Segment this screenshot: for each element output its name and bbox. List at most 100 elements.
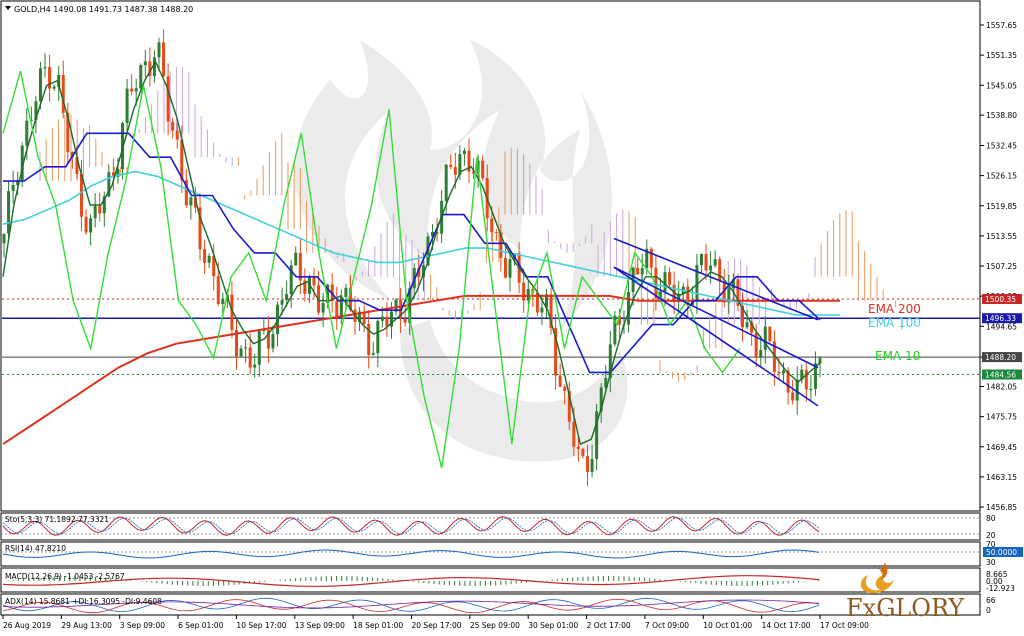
candle-body [134,88,138,92]
time-tick-label: 25 Sep 09:00 [470,621,520,630]
time-tick-label: 6 Sep 01:00 [178,621,224,630]
price-tick-label: 1494.65 [986,322,1017,331]
candle-body [38,68,42,102]
candle-body [449,164,453,167]
price-tick-label: 1526.15 [986,172,1017,181]
candle-body [809,389,813,391]
stoch-level-80: 80 [986,514,996,523]
candle-body [586,456,590,472]
candle-body [522,282,526,301]
price-chart: GOLD,H4 1490.08 1491.73 1487.38 1488.20 … [0,0,1023,630]
time-tick-label: 3 Sep 09:00 [120,621,166,630]
candle-body [503,257,507,278]
price-tick-label: 1538.80 [986,111,1017,120]
candle-body [239,348,243,357]
candle-body [89,218,93,233]
candle-body [699,254,703,265]
candle-body [280,300,284,305]
time-tick-label: 13 Sep 09:00 [295,621,345,630]
price-tag-label: 1496.33 [985,314,1016,323]
candle-body [162,42,166,77]
time-tick-label: 10 Sep 17:00 [236,621,286,630]
candle-body [572,421,576,447]
candle-body [576,446,580,449]
stoch-panel: Sto(5,3,3) 71.1892 77.3321 80 20 [0,512,996,541]
candle-body [704,254,708,271]
candle-body [98,205,102,214]
symbol-header-text: GOLD,H4 1490.08 1491.73 1487.38 1488.20 [14,5,193,14]
stoch-level-20: 20 [986,531,996,540]
candle-body [563,386,567,391]
candle-body [782,370,786,374]
candle-body [649,248,653,268]
candle-body [344,287,348,298]
stoch-label: Sto(5,3,3) 71.1892 77.3321 [5,515,109,524]
candle-body [763,326,767,350]
candle-body [248,347,252,368]
candle-body [481,160,485,179]
time-tick-label: 20 Sep 17:00 [412,621,462,630]
candle-body [713,259,717,266]
rsi-label: RSI(14) 47.8210 [5,544,66,553]
candle-body [376,320,380,354]
candle-body [540,307,544,313]
time-tick-label: 17 Oct 09:00 [820,621,869,630]
candle-body [462,150,466,155]
candle-body [321,302,325,313]
candle-body [7,191,11,234]
candle-body [294,252,298,266]
candle-body [590,458,594,472]
rsi-value: 50.0000 [986,548,1017,557]
candle-body [777,371,781,374]
logo-text: FxGLORY [846,594,965,622]
price-tick-label: 1475.75 [986,413,1017,422]
candle-body [203,249,207,263]
price-tag-label: 1484.56 [985,370,1016,379]
time-tick-label: 2 Oct 17:00 [587,621,631,630]
candle-body [818,358,822,364]
time-tick-label: 7 Oct 09:00 [645,621,689,630]
candle-body [380,316,384,321]
price-tick-label: 1557.65 [986,21,1017,30]
adx-level-0: 0 [986,606,991,615]
legend-ema100: EMA 100 [868,316,921,330]
price-tick-label: 1545.05 [986,81,1017,90]
candle-body [453,166,457,175]
price-tick-label: 1513.55 [986,232,1017,241]
candle-body [61,75,65,113]
candle-body [244,347,248,349]
time-tick-label: 14 Oct 17:00 [762,621,811,630]
candle-body [385,316,389,327]
price-tick-label: 1469.45 [986,443,1017,452]
candle-body [804,369,808,390]
time-tick-label: 10 Oct 01:00 [703,621,752,630]
candle-body [157,42,161,58]
candle-body [257,330,261,365]
time-tick-label: 30 Sep 01:00 [528,621,578,630]
price-tick-label: 1482.05 [986,383,1017,392]
time-tick-label: 26 Aug 2019 [3,621,51,630]
candle-body [403,318,407,323]
candle-body [175,130,179,140]
candle-body [285,294,289,301]
price-tag-label: 1488.20 [985,353,1016,362]
rsi-level-30: 30 [986,558,996,567]
candle-body [494,232,498,234]
candle-body [11,185,15,192]
time-tick-label: 18 Sep 01:00 [353,621,403,630]
adx-label: ADX(14) 15.8681 +DI:16.3095 -DI:9.4608 [5,597,162,606]
candle-body [490,218,494,233]
candle-body [130,88,134,92]
candle-body [745,322,749,328]
candle-body [253,364,257,368]
candle-body [759,349,763,358]
price-tags: 1500.35 1496.33 1488.20 1484.56 [982,293,1022,380]
time-tick-label: 29 Aug 13:00 [61,621,112,630]
price-tick-label: 1456.85 [986,503,1017,512]
candle-body [640,268,644,275]
legend-ema200: EMA 200 [868,302,921,316]
price-tag-label: 1500.35 [985,295,1016,304]
candle-body [171,121,175,131]
candle-body [668,272,672,285]
candle-body [371,353,375,355]
